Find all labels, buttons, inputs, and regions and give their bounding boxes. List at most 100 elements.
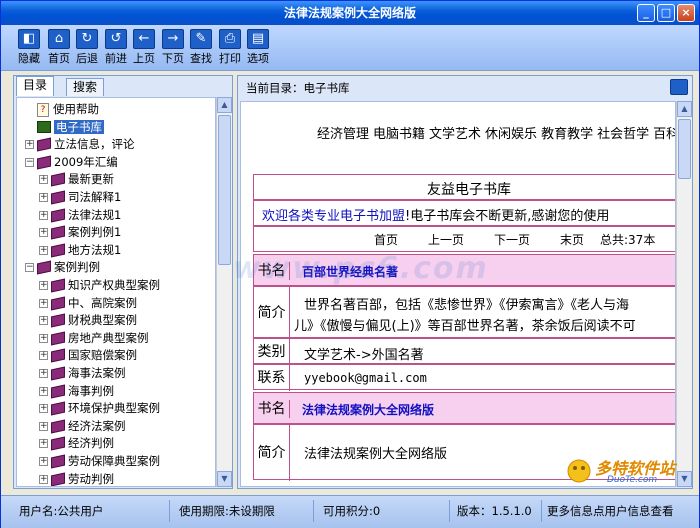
category-link[interactable]: 休闲娱乐 <box>485 127 537 142</box>
book-icon <box>37 155 51 170</box>
tab-search[interactable]: 搜索 <box>66 78 105 96</box>
forward-button[interactable]: ↺ 前进 <box>102 29 130 67</box>
hide-button[interactable]: ◧ 隐藏 <box>15 29 43 67</box>
book-icon <box>51 419 65 434</box>
tree-node[interactable]: + 最新更新 <box>39 170 114 188</box>
expand-icon[interactable]: + <box>39 404 48 414</box>
book-icon <box>51 313 65 328</box>
tree-node[interactable]: + 环境保护典型案例 <box>39 399 160 417</box>
status-info[interactable]: 更多信息点用户信息查看 <box>547 502 674 520</box>
book-icon <box>51 296 65 311</box>
tree-node[interactable]: + 劳动保障典型案例 <box>39 452 160 470</box>
expand-icon[interactable]: + <box>39 193 48 202</box>
print-button[interactable]: ⎙ 打印 <box>216 29 244 67</box>
scroll-down-button[interactable]: ▼ <box>217 471 232 487</box>
close-button[interactable]: × <box>677 4 695 22</box>
find-button[interactable]: ✎ 查找 <box>187 29 215 67</box>
tree-node-label: 劳动判例 <box>68 471 114 486</box>
category-link[interactable]: 电脑书籍 <box>373 127 425 142</box>
home-button[interactable]: ⌂ 首页 <box>45 29 73 67</box>
arrow-right-icon: → <box>162 29 184 49</box>
category-link[interactable]: 社会哲学 <box>597 127 649 142</box>
tree-scrollbar[interactable]: ▲ ▼ <box>216 97 232 487</box>
logo-subtext: DuoTe.com <box>607 475 658 485</box>
tree-node[interactable]: + 法律法规1 <box>39 206 121 224</box>
expand-icon[interactable]: + <box>39 210 48 220</box>
next-page-button[interactable]: → 下页 <box>159 29 187 67</box>
scroll-up-button[interactable]: ▲ <box>677 101 692 117</box>
tree-node[interactable]: + 中、高院案例 <box>39 294 137 312</box>
prev-page-link[interactable]: 上一页 <box>428 231 464 248</box>
tree-node[interactable]: + 司法解释1 <box>39 188 121 206</box>
tree-node[interactable]: + 立法信息，评论 <box>25 135 135 153</box>
tree-node[interactable]: + 房地产典型案例 <box>39 329 149 347</box>
scroll-thumb[interactable] <box>678 119 691 179</box>
tree-node[interactable]: + 海事判例 <box>39 382 114 400</box>
maximize-button[interactable]: □ <box>657 4 675 22</box>
book-title-link[interactable]: 法律法规案例大全网络版 <box>302 401 434 418</box>
expand-icon[interactable]: + <box>39 281 48 290</box>
expand-icon[interactable]: + <box>39 386 48 396</box>
minimize-button[interactable]: _ <box>637 4 655 22</box>
category-link[interactable]: 百科知 <box>653 127 675 142</box>
book-icon <box>51 348 65 363</box>
expand-icon[interactable]: + <box>39 298 48 308</box>
tree-node[interactable]: ? 使用帮助 <box>25 100 99 118</box>
title-bar[interactable]: 法律法规案例大全网络版 _ □ × <box>1 1 699 25</box>
prev-page-button[interactable]: ← 上页 <box>130 29 158 67</box>
search-icon: ✎ <box>190 29 212 49</box>
category-link[interactable]: 经济管理 <box>317 127 369 142</box>
collapse-icon[interactable]: − <box>25 263 34 273</box>
expand-icon[interactable]: + <box>39 351 48 361</box>
intro-label: 简介 <box>254 287 290 339</box>
tree-node[interactable]: − 2009年汇编 <box>25 153 118 171</box>
expand-icon[interactable]: + <box>39 228 48 238</box>
first-page-link[interactable]: 首页 <box>374 231 398 248</box>
book-icon <box>37 137 51 152</box>
back-button[interactable]: ↻ 后退 <box>73 29 101 67</box>
tree-node[interactable]: + 经济判例 <box>39 434 114 452</box>
window-controls: _ □ × <box>637 4 695 22</box>
scroll-up-button[interactable]: ▲ <box>217 97 232 113</box>
tree-node[interactable]: + 知识产权典型案例 <box>39 276 160 294</box>
expand-icon[interactable]: + <box>39 175 48 185</box>
expand-icon[interactable]: + <box>39 474 48 484</box>
tree-node-label: 环境保护典型案例 <box>68 401 160 416</box>
last-page-link[interactable]: 末页 <box>560 231 584 248</box>
tree-node[interactable]: + 案例判例1 <box>39 223 121 241</box>
tree-node[interactable]: + 财税典型案例 <box>39 311 137 329</box>
expand-icon[interactable]: + <box>39 316 48 326</box>
expand-icon[interactable]: + <box>39 333 48 343</box>
category-link[interactable]: 教育教学 <box>541 127 593 142</box>
expand-icon[interactable]: + <box>39 421 48 431</box>
watermark: www.pc6.com <box>233 251 489 286</box>
tree-node[interactable]: + 地方法规1 <box>39 241 121 259</box>
tree-node[interactable]: 电子书库 <box>25 118 104 136</box>
next-page-link[interactable]: 下一页 <box>494 231 530 248</box>
window-icon[interactable] <box>670 79 688 95</box>
back-label: 后退 <box>76 52 98 65</box>
library-title: 友益电子书库 <box>427 182 511 198</box>
book-intro-row: 简介 世界名著百部，包括《悲惨世界》《伊索寓言》《老人与海 儿》《傲慢与偏见(上… <box>253 286 675 339</box>
content-scrollbar[interactable]: ▲ ▼ <box>676 101 692 487</box>
forward-rotate-icon: ↺ <box>105 29 127 49</box>
status-version: 版本：1.5.1.0 <box>457 504 532 518</box>
expand-icon[interactable]: + <box>39 439 48 449</box>
collapse-icon[interactable]: − <box>25 157 34 167</box>
tree-node[interactable]: + 经济法案例 <box>39 417 126 435</box>
scroll-thumb[interactable] <box>218 115 231 265</box>
toolbar: ◧ 隐藏 ⌂ 首页 ↻ 后退 ↺ 前进 ← 上页 → 下页 ✎ 查找 ⎙ 打印 ▤ 选项 <box>1 25 699 71</box>
expand-icon[interactable]: + <box>39 369 48 378</box>
expand-icon[interactable]: + <box>25 140 34 150</box>
join-link[interactable]: 欢迎各类专业电子书加盟 <box>262 209 405 224</box>
tree-node[interactable]: + 国家赔偿案例 <box>39 346 137 364</box>
tree-node-label: 中、高院案例 <box>68 295 137 310</box>
tree-node[interactable]: + 劳动判例 <box>39 470 114 486</box>
tree-node[interactable]: + 海事法案例 <box>39 364 126 382</box>
expand-icon[interactable]: + <box>39 245 48 255</box>
category-link[interactable]: 文学艺术 <box>429 127 481 142</box>
expand-icon[interactable]: + <box>39 457 48 466</box>
options-button[interactable]: ▤ 选项 <box>244 29 272 67</box>
tab-contents[interactable]: 目录 <box>16 76 55 96</box>
tree-node[interactable]: − 案例判例 <box>25 258 100 276</box>
